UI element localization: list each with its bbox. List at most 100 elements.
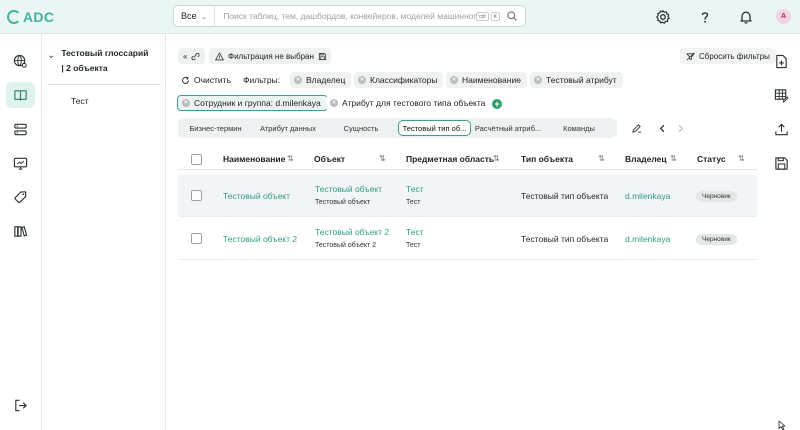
edit-tabs-button[interactable] (626, 118, 646, 138)
filter-tag-classifiers[interactable]: ✕ Классификаторы (354, 72, 444, 88)
tabs-next-button[interactable] (670, 118, 690, 138)
chevron-down-icon[interactable]: ⌄ (47, 50, 55, 76)
glossary-name: Тестовый глоссарий (61, 48, 149, 58)
row-domain-link[interactable]: Тест (406, 227, 424, 237)
row-owner-link[interactable]: d.milenkaya (625, 191, 670, 201)
table-header: Наименование ⇅ Объект ⇅ Предметная облас… (178, 148, 757, 170)
help-icon[interactable] (697, 9, 713, 25)
collapse-panel-button[interactable]: « (178, 48, 206, 64)
filter-tag-name[interactable]: ✕ Наименование (446, 72, 527, 88)
upload-icon[interactable] (774, 122, 789, 137)
remove-filter-icon[interactable]: ✕ (294, 76, 302, 84)
select-all-checkbox[interactable] (191, 154, 202, 165)
clear-filters-label: Очистить (194, 75, 232, 85)
sort-icon[interactable]: ⇅ (379, 154, 386, 163)
tab-test-object-type[interactable]: Тестовый тип об... (398, 120, 471, 136)
table-row[interactable]: Тестовый объект Тестовый объект Тестовый… (178, 175, 757, 217)
main-content: « Фильтрация не выбрана Сбросить фильтры… (166, 34, 776, 430)
filter-status-chip[interactable]: Фильтрация не выбрана (209, 48, 325, 64)
reset-filters-button[interactable]: Сбросить фильтры (680, 48, 776, 64)
clear-filters-button[interactable]: Очистить (181, 72, 231, 88)
sort-icon[interactable]: ⇅ (287, 154, 294, 163)
server-icon (14, 123, 27, 135)
tab-calculated-attribute[interactable]: Расчётный атриб... (474, 120, 542, 136)
row-owner-link[interactable]: d.milenkaya (625, 234, 670, 244)
search-scope-select[interactable]: Все ⌄ (174, 6, 216, 26)
filters-label: Фильтры: (243, 75, 281, 85)
column-header-name[interactable]: Наименование (223, 154, 285, 164)
bell-icon[interactable] (738, 9, 754, 25)
chevron-down-icon: ⌄ (200, 11, 208, 21)
remove-filter-icon[interactable]: ✕ (534, 76, 542, 84)
row-checkbox[interactable] (191, 233, 202, 244)
remove-filter-icon[interactable]: ✕ (358, 76, 366, 84)
rail-library[interactable] (6, 218, 35, 244)
tab-commands[interactable]: Команды (546, 120, 612, 136)
sort-icon[interactable]: ⇅ (670, 154, 677, 163)
tabs-prev-button[interactable] (652, 118, 672, 138)
filter-tag-label: Наименование (462, 75, 521, 85)
rail-data-sources[interactable] (6, 116, 35, 142)
sort-icon[interactable]: ⇅ (493, 154, 500, 163)
mouse-cursor-icon (778, 420, 786, 430)
tree-item-test[interactable]: Тест (71, 96, 89, 106)
filter-tag-test-attribute[interactable]: ✕ Тестовый атрибут (530, 72, 623, 88)
app-logo[interactable]: ADC (7, 9, 54, 25)
column-header-status[interactable]: Статус (697, 154, 726, 164)
filter-tag-employee-group[interactable]: ✕ Сотрудник и группа: d.milenkaya (177, 95, 328, 111)
remove-filter-icon[interactable]: ✕ (450, 76, 458, 84)
table-row[interactable]: Тестовый объект 2 Тестовый объект 2 Тест… (178, 218, 757, 260)
filter-status-label: Фильтрация не выбрана (228, 51, 319, 61)
row-checkbox[interactable] (191, 190, 202, 201)
column-header-domain[interactable]: Предметная область (406, 154, 494, 164)
save-icon (318, 52, 327, 60)
sort-icon[interactable]: ⇅ (598, 154, 605, 163)
add-filter-button[interactable]: + (492, 99, 502, 109)
top-bar: ADC Все ⌄ Поиск таблиц, тем, дашбордов, … (0, 0, 800, 34)
row-name-link[interactable]: Тестовый объект 2 (223, 234, 297, 244)
search-icon[interactable] (506, 10, 518, 22)
rail-glossary[interactable] (6, 82, 35, 108)
row-object-link[interactable]: Тестовый объект 2 (315, 227, 389, 237)
row-domain-link[interactable]: Тест (406, 184, 424, 194)
row-domain-subtitle: Тест (406, 242, 421, 249)
rail-dashboards[interactable] (6, 150, 35, 176)
tab-entity[interactable]: Сущность (328, 120, 394, 136)
row-object-link[interactable]: Тестовый объект (315, 184, 382, 194)
logo-icon (7, 10, 21, 24)
filter-off-icon (686, 52, 695, 60)
logo-text: ADC (23, 9, 55, 25)
column-header-object-type[interactable]: Тип объекта (521, 154, 573, 164)
gear-icon[interactable] (655, 9, 671, 25)
sort-icon[interactable]: ⇅ (738, 154, 745, 163)
new-document-icon[interactable] (774, 54, 789, 69)
save-filter-button[interactable] (314, 48, 331, 64)
status-badge: Черновик (696, 234, 737, 245)
row-object-type: Тестовый тип объекта (521, 191, 609, 201)
row-name-link[interactable]: Тестовый объект (223, 191, 290, 201)
column-header-owner[interactable]: Владелец (625, 154, 667, 164)
save-icon[interactable] (774, 156, 789, 171)
column-header-object[interactable]: Объект (314, 154, 345, 164)
rail-tags[interactable] (6, 184, 35, 210)
rail-catalog-search[interactable] (6, 48, 35, 74)
tab-data-attribute[interactable]: Атрибут данных (253, 120, 323, 136)
remove-filter-icon[interactable]: ✕ (182, 99, 190, 107)
remove-filter-icon[interactable]: ✕ (330, 99, 338, 107)
user-avatar[interactable]: A (776, 9, 791, 24)
divider (47, 84, 161, 85)
filter-tag-label: Атрибут для тестового типа объекта (342, 98, 486, 108)
search-input[interactable]: Поиск таблиц, тем, дашбордов, конвейеров… (215, 11, 476, 21)
rail-logout[interactable] (6, 392, 35, 418)
table-edit-icon[interactable] (774, 88, 789, 103)
tab-business-term[interactable]: Бизнес-термин (182, 120, 249, 136)
filter-tag-owner[interactable]: ✕ Владелец (290, 72, 352, 88)
logout-icon (15, 399, 27, 411)
library-icon (14, 225, 28, 237)
filter-tag-label: Сотрудник и группа: d.milenkaya (194, 98, 321, 108)
globe-search-icon (13, 54, 27, 68)
filter-tag-test-type-attribute[interactable]: ✕ Атрибут для тестового типа объекта (326, 95, 492, 111)
keyboard-shortcut-hint: ctrl K (475, 11, 500, 21)
glossary-tree-root[interactable]: ⌄ Тестовый глоссарий | 2 объекта (47, 46, 161, 76)
left-nav-rail (0, 34, 42, 430)
